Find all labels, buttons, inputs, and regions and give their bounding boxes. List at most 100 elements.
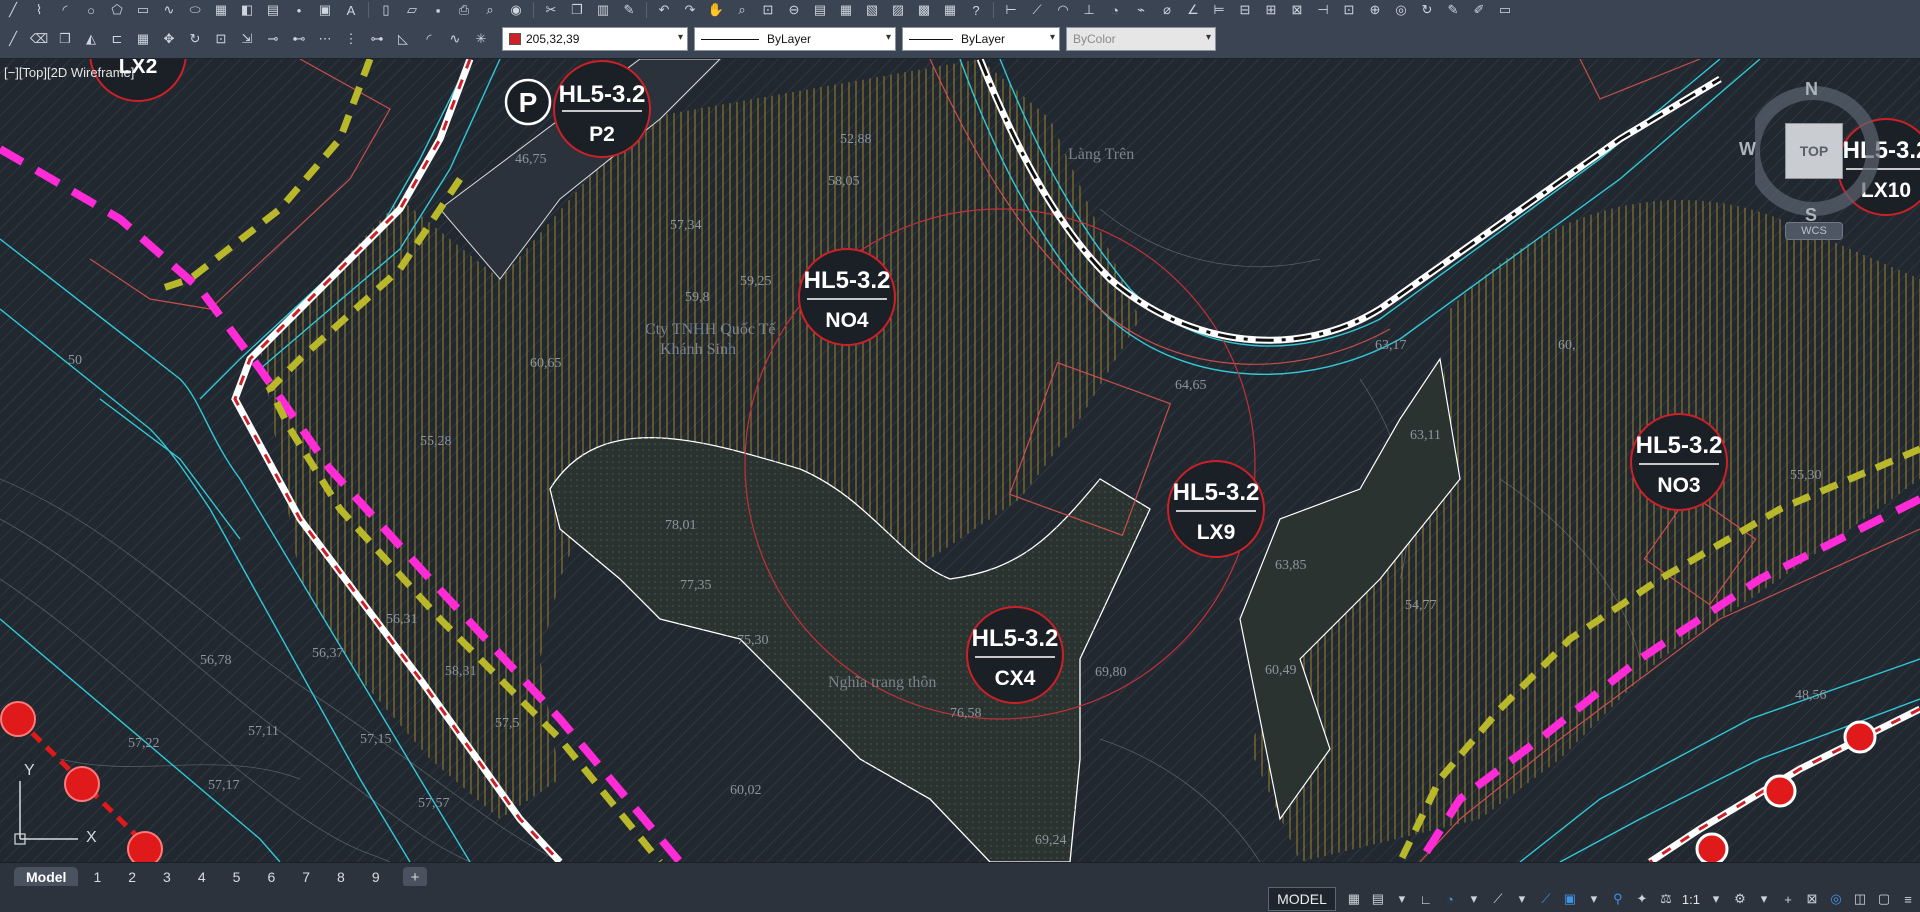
chevron-down-icon[interactable]: ▾ (1755, 890, 1773, 908)
compass-north[interactable]: N (1805, 79, 1818, 100)
tab-layout-4[interactable]: 4 (186, 867, 218, 887)
workspace-gear-icon[interactable]: ⚙ (1731, 890, 1749, 908)
rotate-icon[interactable]: ↻ (186, 31, 204, 47)
dim-diameter-icon[interactable]: ⌀ (1158, 2, 1176, 18)
snap-icon[interactable]: ▤ (1369, 890, 1387, 908)
open-file-icon[interactable]: ▱ (403, 2, 421, 18)
dim-jogged-icon[interactable]: ⌁ (1132, 2, 1150, 18)
stretch-icon[interactable]: ⇲ (238, 31, 256, 47)
trim-icon[interactable]: ⊸ (264, 31, 282, 47)
dim-radius-icon[interactable]: ◔ (1106, 2, 1124, 18)
annotation-scale-value[interactable]: 1:1 (1682, 892, 1700, 907)
drawing-viewport[interactable]: 46,75 52,88 58,05 57,34 59,25 59,8 64,65… (0, 59, 1920, 862)
chevron-down-icon[interactable]: ▾ (1513, 890, 1531, 908)
zoom-window-icon[interactable]: ⊡ (759, 2, 777, 18)
inspect-icon[interactable]: ◎ (1392, 2, 1410, 18)
chevron-down-icon[interactable]: ▾ (1465, 890, 1483, 908)
dim-arc-icon[interactable]: ◠ (1054, 2, 1072, 18)
design-center-icon[interactable]: ▦ (837, 2, 855, 18)
copy-object-icon[interactable]: ❐ (56, 31, 74, 47)
paste-icon[interactable]: ▥ (594, 2, 612, 18)
customization-icon[interactable]: ≡ (1899, 890, 1917, 908)
sheet-set-icon[interactable]: ▨ (889, 2, 907, 18)
line-icon[interactable]: ╱ (4, 2, 22, 18)
extend-icon[interactable]: ⊷ (290, 31, 308, 47)
tool-palettes-icon[interactable]: ▧ (863, 2, 881, 18)
tolerance-icon[interactable]: ⊡ (1340, 2, 1358, 18)
model-space-toggle[interactable]: MODEL (1268, 887, 1336, 911)
draw-line-icon[interactable]: ╱ (4, 31, 22, 47)
point-icon[interactable]: • (290, 2, 308, 18)
polygon-icon[interactable]: ⬠ (108, 2, 126, 18)
chevron-down-icon[interactable]: ▾ (1707, 890, 1725, 908)
dim-update-icon[interactable]: ↻ (1418, 2, 1436, 18)
dim-space-icon[interactable]: ⊠ (1288, 2, 1306, 18)
lot-label-p2[interactable]: HL5-3.2 P2 (553, 60, 651, 158)
explode-icon[interactable]: ✳ (472, 31, 490, 47)
hardware-acceleration-icon[interactable]: ◫ (1851, 890, 1869, 908)
clean-screen-icon[interactable]: ▢ (1875, 890, 1893, 908)
lot-label-cx4[interactable]: HL5-3.2 CX4 (966, 606, 1064, 704)
dim-edit-icon[interactable]: ✎ (1444, 2, 1462, 18)
rectangle-icon[interactable]: ▭ (134, 2, 152, 18)
tab-layout-2[interactable]: 2 (116, 867, 148, 887)
array-icon[interactable]: ▦ (134, 31, 152, 47)
chamfer-icon[interactable]: ◺ (394, 31, 412, 47)
quick-dim-icon[interactable]: ⊨ (1210, 2, 1228, 18)
isolate-objects-icon[interactable]: ◎ (1827, 890, 1845, 908)
layer-icon[interactable]: ▭ (1496, 2, 1514, 18)
annotation-scale-icon[interactable]: ⚖ (1657, 890, 1675, 908)
break-at-point-icon[interactable]: ⋯ (316, 31, 334, 47)
join-icon[interactable]: ⊶ (368, 31, 386, 47)
offset-icon[interactable]: ⊏ (108, 31, 126, 47)
lot-label-lx9[interactable]: HL5-3.2 LX9 (1167, 460, 1265, 558)
viewport-controls-label[interactable]: [−][Top][2D Wireframe] (4, 65, 134, 80)
zoom-previous-icon[interactable]: ⊖ (785, 2, 803, 18)
linetype-dropdown[interactable]: ByLayer ▾ (694, 27, 896, 51)
polar-tracking-icon[interactable]: ◔ (1441, 890, 1459, 908)
baseline-icon[interactable]: ⊟ (1236, 2, 1254, 18)
new-file-icon[interactable]: ▯ (377, 2, 395, 18)
lot-label-no3[interactable]: HL5-3.2 NO3 (1630, 413, 1728, 511)
text-icon[interactable]: A (342, 2, 360, 18)
object-snap-tracking-icon[interactable]: ⟋ (1537, 890, 1555, 908)
continue-icon[interactable]: ⊞ (1262, 2, 1280, 18)
plot-preview-icon[interactable]: ⌕ (481, 2, 499, 18)
help-icon[interactable]: ? (967, 2, 985, 18)
polyline-icon[interactable]: ⌇ (30, 2, 48, 18)
properties-icon[interactable]: ▤ (811, 2, 829, 18)
grid-icon[interactable]: ▦ (1345, 890, 1363, 908)
hatch-icon[interactable]: ▦ (212, 2, 230, 18)
color-dropdown[interactable]: 205,32,39 ▾ (502, 27, 688, 51)
dim-text-edit-icon[interactable]: ✐ (1470, 2, 1488, 18)
tab-layout-5[interactable]: 5 (221, 867, 253, 887)
print-icon[interactable]: ⎙ (455, 2, 473, 18)
view-cube[interactable]: N S W TOP WCS (1739, 79, 1915, 279)
lineweight-dropdown[interactable]: ByLayer ▾ (902, 27, 1060, 51)
chevron-down-icon[interactable]: ▾ (1585, 890, 1603, 908)
redo-icon[interactable]: ↷ (681, 2, 699, 18)
annotation-visibility-icon[interactable]: ⚲ (1609, 890, 1627, 908)
wcs-menu-button[interactable]: WCS (1785, 222, 1843, 240)
compass-west[interactable]: W (1739, 139, 1756, 160)
region-icon[interactable]: ◧ (238, 2, 256, 18)
cut-icon[interactable]: ✂ (542, 2, 560, 18)
tab-layout-7[interactable]: 7 (290, 867, 322, 887)
match-properties-icon[interactable]: ✎ (620, 2, 638, 18)
break-icon[interactable]: ⋮ (342, 31, 360, 47)
circle-icon[interactable]: ○ (82, 2, 100, 18)
mirror-icon[interactable]: ◭ (82, 31, 100, 47)
tab-layout-6[interactable]: 6 (255, 867, 287, 887)
ortho-icon[interactable]: ∟ (1417, 890, 1435, 908)
annotation-monitor-icon[interactable]: + (1779, 890, 1797, 908)
object-snap-icon[interactable]: ▣ (1561, 890, 1579, 908)
lot-label-no4[interactable]: HL5-3.2 NO4 (798, 248, 896, 346)
undo-icon[interactable]: ↶ (655, 2, 673, 18)
pan-icon[interactable]: ✋ (707, 2, 725, 18)
tab-layout-8[interactable]: 8 (325, 867, 357, 887)
dim-aligned-icon[interactable]: ⟋ (1028, 2, 1046, 18)
erase-icon[interactable]: ⌫ (30, 31, 48, 47)
table-icon[interactable]: ▤ (264, 2, 282, 18)
scale-icon[interactable]: ⊡ (212, 31, 230, 47)
add-layout-button[interactable]: + (402, 867, 428, 887)
